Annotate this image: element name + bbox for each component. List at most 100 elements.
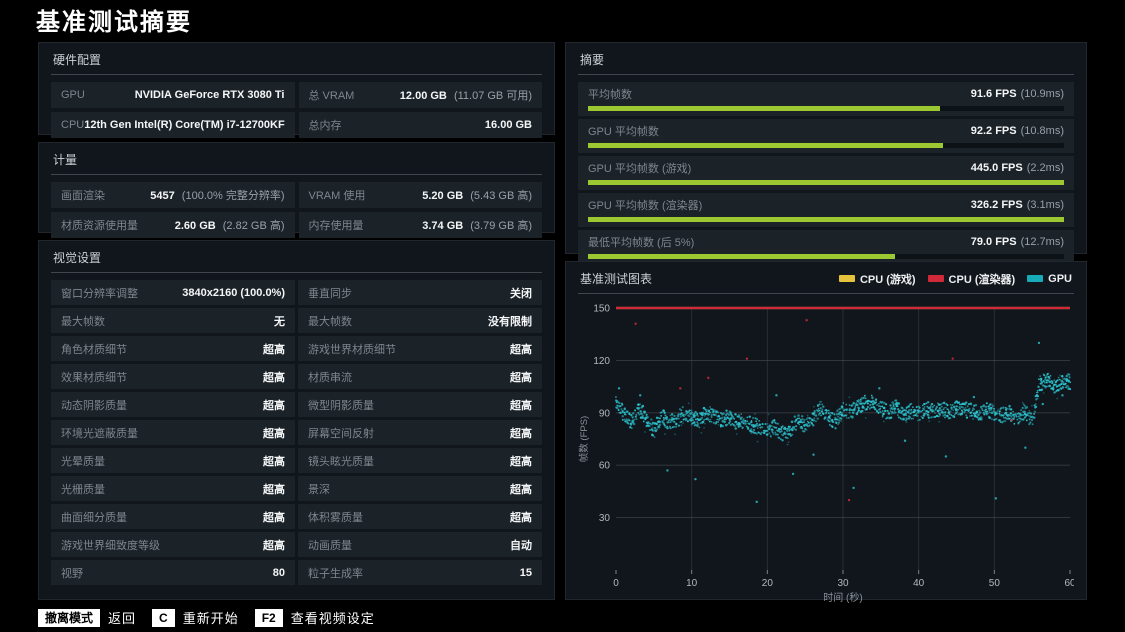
setting-value-extra: (11.07 GB 可用) <box>450 90 532 102</box>
setting-cell: 屏幕空间反射 超高 <box>298 420 542 445</box>
setting-label: 景深 <box>308 483 330 496</box>
setting-cell: 画面渲染 5457 (100.0% 完整分辨率) <box>51 182 295 208</box>
key-badge-video-settings: F2 <box>254 608 283 627</box>
setting-cell: 视野 80 <box>51 560 295 585</box>
gpu-outlier-dot <box>903 439 907 442</box>
setting-value: 超高 <box>263 455 285 468</box>
setting-label: 总内存 <box>308 120 342 132</box>
setting-label: 光晕质量 <box>61 455 105 468</box>
visual-settings-panel: 视觉设置 窗口分辨率调整 3840x2160 (100.0%) 垂直同步 关闭 最大帧数… <box>38 240 555 600</box>
setting-value: 超高 <box>510 511 532 524</box>
setting-label: 总 VRAM <box>308 90 355 102</box>
summary-bar-track <box>588 180 1064 185</box>
cpu-outlier-dot <box>805 319 808 322</box>
setting-value-extra: (5.43 GB 高) <box>467 190 532 202</box>
setting-value: NVIDIA GeForce RTX 3080 Ti <box>134 89 285 101</box>
gpu-outlier-dot <box>1061 394 1064 397</box>
setting-label: 镜头眩光质量 <box>308 455 374 468</box>
setting-label: 材质资源使用量 <box>61 220 138 232</box>
gpu-outlier-dot <box>639 394 642 397</box>
setting-label: CPU <box>61 119 85 131</box>
footer-action-restart[interactable]: C 重新开始 <box>152 608 239 627</box>
gpu-outlier-dot <box>878 387 881 390</box>
x-tick-label: 30 <box>837 578 849 589</box>
setting-label: 体积雾质量 <box>308 511 363 524</box>
x-tick-label: 60 <box>1064 578 1074 589</box>
gpu-outlier-dot <box>852 486 855 490</box>
gpu-outlier-dot <box>666 469 669 472</box>
setting-label: 动画质量 <box>308 539 352 552</box>
setting-value: 超高 <box>510 399 532 412</box>
setting-cell: 垂直同步 关闭 <box>298 280 542 305</box>
setting-row: 画面渲染 5457 (100.0% 完整分辨率) VRAM 使用 5.20 GB (5… <box>51 182 542 208</box>
setting-cell: 微型阴影质量 超高 <box>298 392 542 417</box>
footer-action-back[interactable]: 撤离模式 返回 <box>38 608 136 627</box>
legend-swatch-cpu-game-icon <box>838 275 855 282</box>
setting-cell: 角色材质细节 超高 <box>51 336 295 361</box>
setting-value: 12.00 GB (11.07 GB 可用) <box>399 90 532 102</box>
chart-header: 基准测试图表 CPU (游戏) CPU (渲染器) GPU <box>578 269 1074 294</box>
summary-bar-fill <box>588 106 941 111</box>
setting-label: 屏幕空间反射 <box>308 427 374 440</box>
y-tick-label: 90 <box>599 408 611 419</box>
hardware-config-panel: 硬件配置 GPU NVIDIA GeForce RTX 3080 Ti 总 VRAM… <box>38 42 555 138</box>
setting-cell: 总内存 16.00 GB <box>298 112 542 138</box>
setting-value: 16.00 GB <box>484 119 532 131</box>
setting-cell: 窗口分辨率调整 3840x2160 (100.0%) <box>51 280 295 305</box>
setting-row: GPU NVIDIA GeForce RTX 3080 Ti 总 VRAM 12.00… <box>51 82 542 108</box>
y-tick-label: 30 <box>599 513 611 524</box>
setting-row: 视野 80 粒子生成率 15 <box>51 560 542 585</box>
setting-value: 超高 <box>263 539 285 552</box>
legend-swatch-gpu-icon <box>1027 275 1044 282</box>
setting-value: 2.60 GB (2.82 GB 高) <box>174 220 285 232</box>
summary-bar-track <box>588 254 1064 259</box>
setting-value: 超高 <box>263 427 285 440</box>
summary-row: 平均帧数 91.6 FPS (10.9ms) <box>578 82 1074 116</box>
gpu-outlier-dot <box>617 387 621 390</box>
gpu-outlier-dot <box>1041 402 1044 406</box>
cpu-outlier-dot <box>634 322 637 325</box>
setting-label: 窗口分辨率调整 <box>61 287 138 300</box>
setting-row: 最大帧数 无 最大帧数 没有限制 <box>51 308 542 333</box>
setting-label: 游戏世界细致度等级 <box>61 539 160 552</box>
page-title: 基准测试摘要 <box>36 9 192 36</box>
summary-row-line: GPU 平均帧数 92.2 FPS (10.8ms) <box>588 123 1064 139</box>
summary-row: GPU 平均帧数 (渲染器) 326.2 FPS (3.1ms) <box>578 193 1074 227</box>
summary-bar-fill <box>588 254 896 259</box>
setting-value: 超高 <box>510 483 532 496</box>
summary-row-line: 最低平均帧数 (后 5%) 79.0 FPS (12.7ms) <box>588 234 1064 250</box>
setting-row: 角色材质细节 超高 游戏世界材质细节 超高 <box>51 336 542 361</box>
footer-action-label: 返回 <box>108 611 137 626</box>
setting-cell: 镜头眩光质量 超高 <box>298 448 542 473</box>
setting-row: 动态阴影质量 超高 微型阴影质量 超高 <box>51 392 542 417</box>
setting-cell: 景深 超高 <box>298 476 542 501</box>
setting-value-extra: (100.0% 完整分辨率) <box>178 190 285 202</box>
gpu-outlier-dot <box>694 477 697 481</box>
setting-label: 角色材质细节 <box>61 343 127 356</box>
metrics-title: 计量 <box>51 150 542 175</box>
gpu-outlier-dot <box>775 394 778 397</box>
hardware-config-title: 硬件配置 <box>51 50 542 75</box>
summary-label: GPU 平均帧数 (游戏) <box>588 163 692 175</box>
setting-cell: 体积雾质量 超高 <box>298 504 542 529</box>
setting-cell: CPU 12th Gen Intel(R) Core(TM) i7-12700KF <box>51 112 295 138</box>
setting-row: CPU 12th Gen Intel(R) Core(TM) i7-12700KF… <box>51 112 542 138</box>
setting-label: 曲面细分质量 <box>61 511 127 524</box>
setting-row: 光晕质量 超高 镜头眩光质量 超高 <box>51 448 542 473</box>
setting-cell: 总 VRAM 12.00 GB (11.07 GB 可用) <box>298 82 542 108</box>
setting-row: 光栅质量 超高 景深 超高 <box>51 476 542 501</box>
y-tick-label: 120 <box>593 356 610 367</box>
setting-cell: 内存使用量 3.74 GB (3.79 GB 高) <box>298 212 542 238</box>
summary-label: GPU 平均帧数 (渲染器) <box>588 200 703 212</box>
setting-row: 材质资源使用量 2.60 GB (2.82 GB 高) 内存使用量 3.74 GB (… <box>51 212 542 238</box>
footer-action-video-settings[interactable]: F2 查看视频设定 <box>254 608 375 627</box>
setting-cell: 游戏世界材质细节 超高 <box>298 336 542 361</box>
gpu-outlier-dot <box>994 497 998 500</box>
setting-cell: 材质资源使用量 2.60 GB (2.82 GB 高) <box>51 212 295 238</box>
setting-value: 关闭 <box>510 287 532 300</box>
setting-row: 窗口分辨率调整 3840x2160 (100.0%) 垂直同步 关闭 <box>51 280 542 305</box>
setting-value: 超高 <box>510 371 532 384</box>
cpu-outlier-dot <box>951 357 954 360</box>
summary-panel: 摘要 平均帧数 91.6 FPS (10.9ms) GPU 平均帧数 92.2 FPS… <box>565 42 1087 301</box>
summary-row-line: GPU 平均帧数 (渲染器) 326.2 FPS (3.1ms) <box>588 197 1064 213</box>
